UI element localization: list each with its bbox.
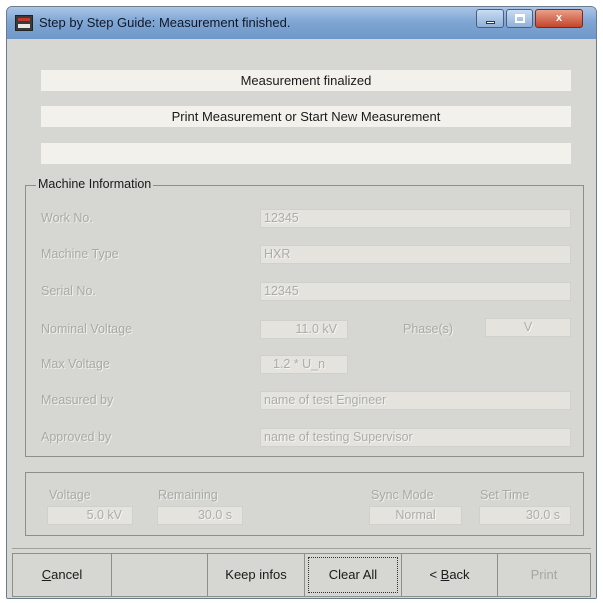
nominal-voltage-field[interactable]: 11.0 kV [260, 320, 348, 339]
status-message-3 [41, 143, 571, 164]
print-button[interactable]: Print [497, 553, 591, 597]
blank-button[interactable] [111, 553, 208, 597]
back-label: ack [449, 567, 470, 582]
close-button[interactable]: x [535, 9, 583, 28]
measured-by-field[interactable]: name of test Engineer [260, 391, 571, 410]
measured-by-label: Measured by [41, 393, 114, 407]
clear-all-button[interactable]: Clear All [304, 553, 402, 597]
machine-type-field[interactable]: HXR [260, 245, 571, 264]
voltage-label: Voltage [49, 488, 91, 502]
nominal-voltage-label: Nominal Voltage [41, 322, 133, 336]
step-by-step-guide-window: Step by Step Guide: Measurement finished… [6, 6, 597, 599]
phases-field[interactable]: V [485, 318, 571, 337]
remaining-label: Remaining [158, 488, 218, 502]
status-message-1: Measurement finalized [41, 70, 571, 91]
approved-by-field[interactable]: name of testing Supervisor [260, 428, 571, 447]
cancel-label: ancel [51, 567, 83, 582]
maximize-button[interactable] [506, 9, 533, 28]
approved-by-label: Approved by [41, 430, 112, 444]
minimize-button[interactable] [476, 9, 504, 28]
work-no-label: Work No. [41, 211, 93, 225]
title-bar[interactable]: Step by Step Guide: Measurement finished… [7, 7, 596, 39]
remaining-value: 30.0 s [157, 506, 243, 525]
status-message-2: Print Measurement or Start New Measureme… [41, 106, 571, 127]
button-bar: Cancel Keep infos Clear All < Back Print [12, 548, 591, 597]
phases-label: Phase(s) [403, 322, 454, 336]
sync-mode-value: Normal [369, 506, 462, 525]
serial-no-label: Serial No. [41, 284, 96, 298]
cancel-accelerator: C [41, 567, 52, 582]
voltage-value: 5.0 kV [47, 506, 133, 525]
machine-type-label: Machine Type [41, 247, 119, 261]
serial-no-field[interactable]: 12345 [260, 282, 571, 301]
set-time-label: Set Time [480, 488, 530, 502]
back-prefix: < [429, 567, 441, 582]
work-no-field[interactable]: 12345 [260, 209, 571, 228]
back-button[interactable]: < Back [401, 553, 498, 597]
max-voltage-field[interactable]: 1.2 * U_n [260, 355, 348, 374]
max-voltage-label: Max Voltage [41, 357, 110, 371]
keep-infos-button[interactable]: Keep infos [207, 553, 305, 597]
sync-mode-label: Sync Mode [371, 488, 434, 502]
cancel-button[interactable]: Cancel [12, 553, 112, 597]
window-title: Step by Step Guide: Measurement finished… [39, 15, 291, 30]
measurement-status-group [25, 472, 584, 536]
machine-information-legend: Machine Information [36, 177, 154, 191]
set-time-value: 30.0 s [479, 506, 571, 525]
dialog-body: Measurement finalized Print Measurement … [7, 39, 596, 598]
app-icon[interactable] [15, 15, 33, 31]
